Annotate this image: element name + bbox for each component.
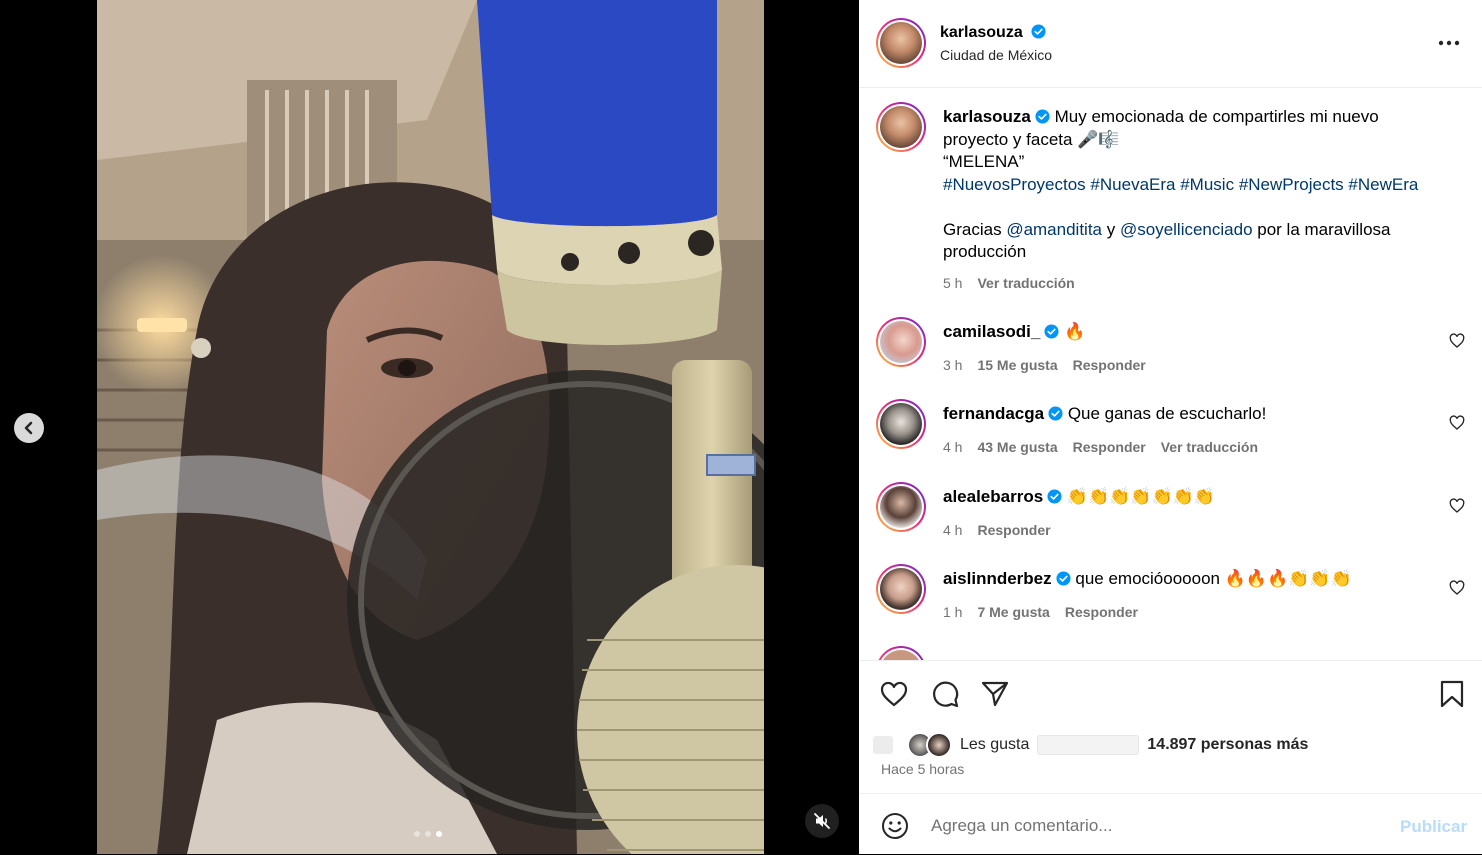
carousel-dot xyxy=(414,831,420,837)
comment-body: 🔥 xyxy=(1064,322,1086,341)
comment-time[interactable]: 4 h xyxy=(943,439,962,455)
caption-avatar[interactable] xyxy=(876,102,926,152)
post-details-panel: karlasouza Ciudad de México karlasouza M… xyxy=(859,0,1482,854)
video-frame-illustration xyxy=(97,0,764,854)
mention-link[interactable]: @amanditita xyxy=(1006,220,1102,239)
caption-time[interactable]: 5 h xyxy=(943,275,962,291)
publish-button[interactable]: Publicar xyxy=(1400,817,1467,837)
comment-avatar[interactable] xyxy=(876,564,926,614)
post-location[interactable]: Ciudad de México xyxy=(940,47,1052,63)
comment-body: que emocióooooon 🔥🔥🔥👏👏👏 xyxy=(1075,569,1352,588)
verified-badge-icon xyxy=(1044,324,1059,339)
share-send-icon[interactable] xyxy=(980,679,1010,709)
previous-slide-button[interactable] xyxy=(14,413,44,443)
audio-muted-button[interactable] xyxy=(805,804,839,838)
comment-meta: 4 h 43 Me gusta Responder Ver traducción xyxy=(943,439,1258,455)
hashtag-link[interactable]: #NuevaEra xyxy=(1090,175,1175,194)
comment-input[interactable] xyxy=(929,810,1383,842)
like-comment-heart-icon[interactable] xyxy=(1449,415,1465,431)
comment-text: alealebarros 👏👏👏👏👏👏👏 xyxy=(943,486,1423,509)
caption-username[interactable]: karlasouza xyxy=(943,107,1031,126)
liker-avatar xyxy=(926,732,952,758)
caption-meta: 5 h Ver traducción xyxy=(943,275,1075,291)
more-options-icon[interactable] xyxy=(1436,30,1462,56)
redacted-box xyxy=(1037,735,1140,755)
like-comment-heart-icon[interactable] xyxy=(1449,333,1465,349)
like-comment-heart-icon[interactable] xyxy=(1449,580,1465,596)
comment-meta: 3 h 15 Me gusta Responder xyxy=(943,357,1146,373)
post-media xyxy=(0,0,859,854)
comment-meta: 4 h Responder xyxy=(943,522,1051,538)
post-video[interactable] xyxy=(97,0,764,854)
likes-count[interactable]: 14.897 personas más xyxy=(1147,736,1308,754)
speaker-muted-icon xyxy=(814,813,830,829)
like-comment-heart-icon[interactable] xyxy=(1449,498,1465,514)
hashtag-link[interactable]: #NewEra xyxy=(1348,175,1418,194)
save-bookmark-icon[interactable] xyxy=(1437,679,1467,709)
redacted-box xyxy=(873,736,893,754)
caption-thanks: Gracias xyxy=(943,219,1002,239)
caption-and: y xyxy=(1106,219,1116,239)
caption-title: “MELENA” xyxy=(943,152,1025,171)
post-header: karlasouza Ciudad de México xyxy=(859,0,1482,88)
author-username-row: karlasouza xyxy=(940,22,1046,42)
verified-badge-icon xyxy=(1031,24,1046,39)
comment-time[interactable]: 1 h xyxy=(943,604,962,620)
post-actions: Les gusta 14.897 personas más Hace 5 hor… xyxy=(859,660,1482,794)
mention-link[interactable]: @soyellicenciado xyxy=(1120,220,1253,239)
chevron-left-icon xyxy=(24,421,33,435)
carousel-dot xyxy=(425,831,431,837)
comment-likes[interactable]: 43 Me gusta xyxy=(977,439,1057,455)
comment-avatar[interactable] xyxy=(876,317,926,367)
comment-text: aislinnderbez que emocióooooon 🔥🔥🔥👏👏👏 xyxy=(943,568,1423,591)
verified-badge-icon xyxy=(1048,406,1063,421)
verified-badge-icon xyxy=(1035,109,1050,124)
comment-body: Que ganas de escucharlo! xyxy=(1067,404,1267,423)
comment-composer: Publicar xyxy=(859,793,1482,855)
comment-text: fernandacga Que ganas de escucharlo! xyxy=(943,403,1423,426)
comment-likes[interactable]: 7 Me gusta xyxy=(977,604,1049,620)
reply-button[interactable]: Responder xyxy=(1073,357,1146,373)
post-timestamp[interactable]: Hace 5 horas xyxy=(881,761,964,777)
comment-time[interactable]: 3 h xyxy=(943,357,962,373)
see-translation-link[interactable]: Ver traducción xyxy=(977,275,1074,291)
comment-username[interactable]: aislinnderbez xyxy=(943,569,1052,588)
verified-badge-icon xyxy=(1047,489,1062,504)
comment-avatar[interactable] xyxy=(876,646,926,660)
author-username[interactable]: karlasouza xyxy=(940,24,1023,41)
reply-button[interactable]: Responder xyxy=(977,522,1050,538)
comment-username[interactable]: fernandacga xyxy=(943,404,1044,423)
comment-text: camilasodi_ 🔥 xyxy=(943,321,1423,344)
comment-meta: 1 h 7 Me gusta Responder xyxy=(943,604,1138,620)
carousel-indicator xyxy=(414,831,442,837)
author-avatar[interactable] xyxy=(876,18,926,68)
comments-list[interactable]: karlasouza Muy emocionada de compartirle… xyxy=(859,88,1482,660)
hashtag-link[interactable]: #NewProjects xyxy=(1239,175,1344,194)
likes-summary[interactable]: Les gusta 14.897 personas más xyxy=(873,732,1308,758)
hashtag-link[interactable]: #Music xyxy=(1180,175,1234,194)
carousel-dot-active xyxy=(436,831,442,837)
emoji-smiley-icon[interactable] xyxy=(880,811,910,841)
reply-button[interactable]: Responder xyxy=(1073,439,1146,455)
caption-text: karlasouza Muy emocionada de compartirle… xyxy=(943,106,1423,264)
comment-time[interactable]: 4 h xyxy=(943,522,962,538)
like-heart-icon[interactable] xyxy=(879,679,909,709)
hashtag-link[interactable]: #NuevosProyectos xyxy=(943,175,1086,194)
comment-body: 👏👏👏👏👏👏👏 xyxy=(1066,487,1216,506)
caption-emoji: 🎤🎼 xyxy=(1077,129,1120,149)
comment-username[interactable]: alealebarros xyxy=(943,487,1043,506)
likes-prefix: Les gusta xyxy=(960,736,1030,753)
verified-badge-icon xyxy=(1056,571,1071,586)
comment-bubble-icon[interactable] xyxy=(930,679,960,709)
see-translation-link[interactable]: Ver traducción xyxy=(1161,439,1258,455)
reply-button[interactable]: Responder xyxy=(1065,604,1138,620)
comment-likes[interactable]: 15 Me gusta xyxy=(977,357,1057,373)
comment-avatar[interactable] xyxy=(876,399,926,449)
comment-username[interactable]: camilasodi_ xyxy=(943,322,1040,341)
comment-avatar[interactable] xyxy=(876,482,926,532)
